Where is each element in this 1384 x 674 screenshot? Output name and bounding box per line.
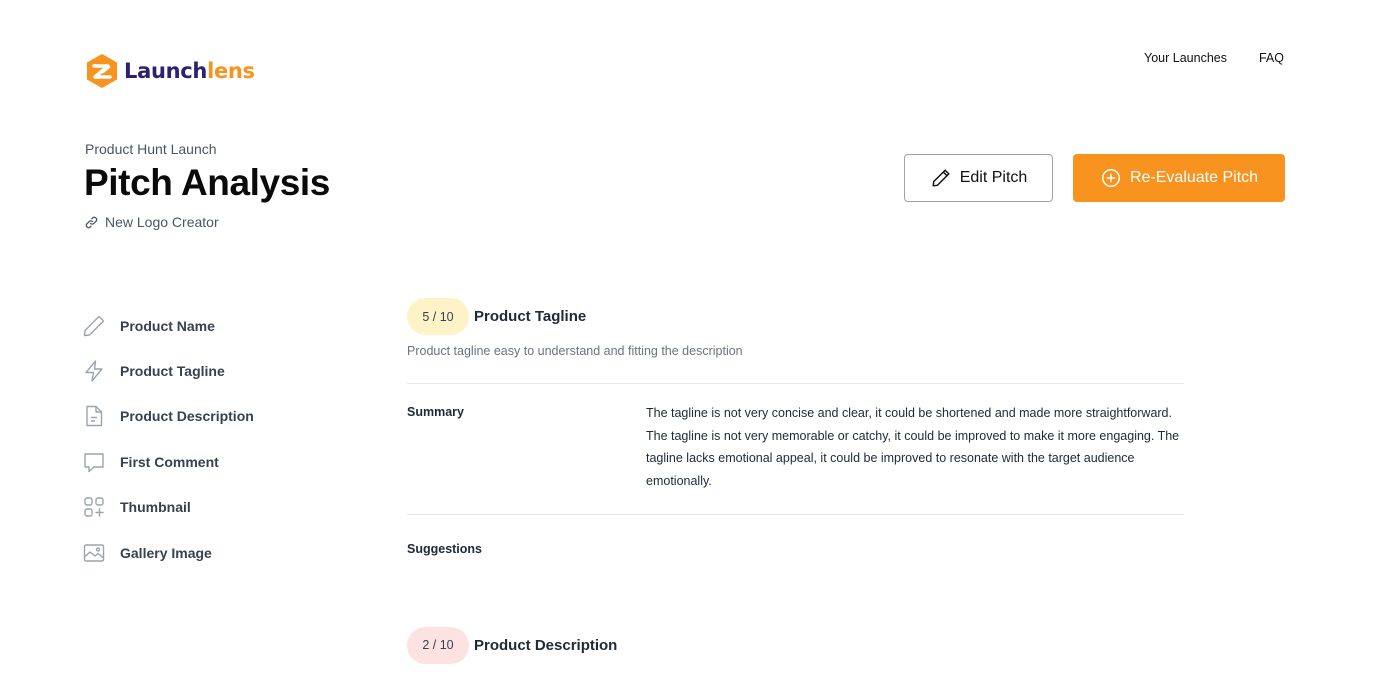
- suggestions-label: Suggestions: [407, 541, 483, 556]
- sidebar-item-label: Product Name: [120, 317, 215, 334]
- pencil-icon: [83, 315, 105, 336]
- section-sidebar: Product Name Product Tagline Product Des…: [82, 303, 254, 575]
- brand-logo[interactable]: Launchlens: [84, 52, 255, 90]
- lightning-icon: [85, 360, 103, 382]
- link-icon: [85, 216, 98, 228]
- sidebar-item-label: Gallery Image: [120, 544, 212, 561]
- sidebar-item-first-comment[interactable]: First Comment: [82, 439, 254, 484]
- sidebar-item-gallery-image[interactable]: Gallery Image: [82, 530, 254, 575]
- page-eyebrow: Product Hunt Launch: [85, 141, 217, 157]
- section-header: 5 / 10 Product Tagline: [407, 298, 1184, 335]
- score-badge: 2 / 10: [407, 626, 469, 664]
- section-description: Product tagline easy to understand and f…: [407, 344, 743, 358]
- sidebar-item-product-tagline[interactable]: Product Tagline: [82, 348, 254, 393]
- sidebar-item-label: Product Description: [120, 408, 254, 425]
- edit-pitch-button[interactable]: Edit Pitch: [904, 154, 1053, 202]
- section-title: Product Description: [474, 636, 618, 654]
- section-title: Product Tagline: [474, 308, 587, 325]
- summary-label: Summary: [407, 405, 464, 419]
- grid-plus-icon: [84, 497, 104, 517]
- product-link[interactable]: New Logo Creator: [84, 214, 219, 230]
- launchlens-logo-icon: [87, 54, 117, 88]
- edit-pitch-label: Edit Pitch: [959, 169, 1028, 186]
- description-analysis-section: 2 / 10 Product Description: [407, 626, 1184, 664]
- brand-name: Launchlens: [124, 59, 255, 83]
- sidebar-item-label: First Comment: [120, 453, 219, 470]
- page-title: Pitch Analysis: [84, 162, 330, 203]
- divider: [407, 383, 1184, 384]
- sidebar-item-label: Thumbnail: [120, 499, 191, 516]
- nav-your-launches[interactable]: Your Launches: [1144, 51, 1227, 65]
- sidebar-item-product-description[interactable]: Product Description: [82, 394, 254, 439]
- nav-faq[interactable]: FAQ: [1259, 51, 1284, 65]
- document-icon: [86, 406, 103, 427]
- tagline-analysis-section: 5 / 10 Product Tagline Product tagline e…: [407, 298, 1184, 556]
- re-evaluate-pitch-button[interactable]: Re-Evaluate Pitch: [1073, 154, 1285, 202]
- score-badge: 5 / 10: [407, 298, 469, 335]
- plus-circle-icon: [1101, 169, 1120, 187]
- section-header: 2 / 10 Product Description: [407, 626, 1184, 664]
- divider: [407, 513, 1184, 515]
- image-icon: [83, 543, 105, 562]
- re-evaluate-pitch-label: Re-Evaluate Pitch: [1129, 169, 1259, 186]
- analysis-content: 5 / 10 Product Tagline Product tagline e…: [407, 298, 1184, 664]
- sidebar-item-product-name[interactable]: Product Name: [82, 303, 254, 348]
- pencil-icon: [932, 169, 950, 187]
- summary-row: Summary The tagline is not very concise …: [407, 405, 1184, 493]
- top-navigation: Your Launches FAQ: [1144, 51, 1284, 65]
- product-link-label: New Logo Creator: [105, 214, 219, 230]
- suggestions-row: Suggestions: [407, 542, 1184, 556]
- sidebar-item-thumbnail[interactable]: Thumbnail: [82, 485, 254, 530]
- summary-text: The tagline is not very concise and clea…: [646, 406, 1180, 489]
- sidebar-item-label: Product Tagline: [120, 363, 225, 380]
- chat-bubble-icon: [84, 453, 104, 473]
